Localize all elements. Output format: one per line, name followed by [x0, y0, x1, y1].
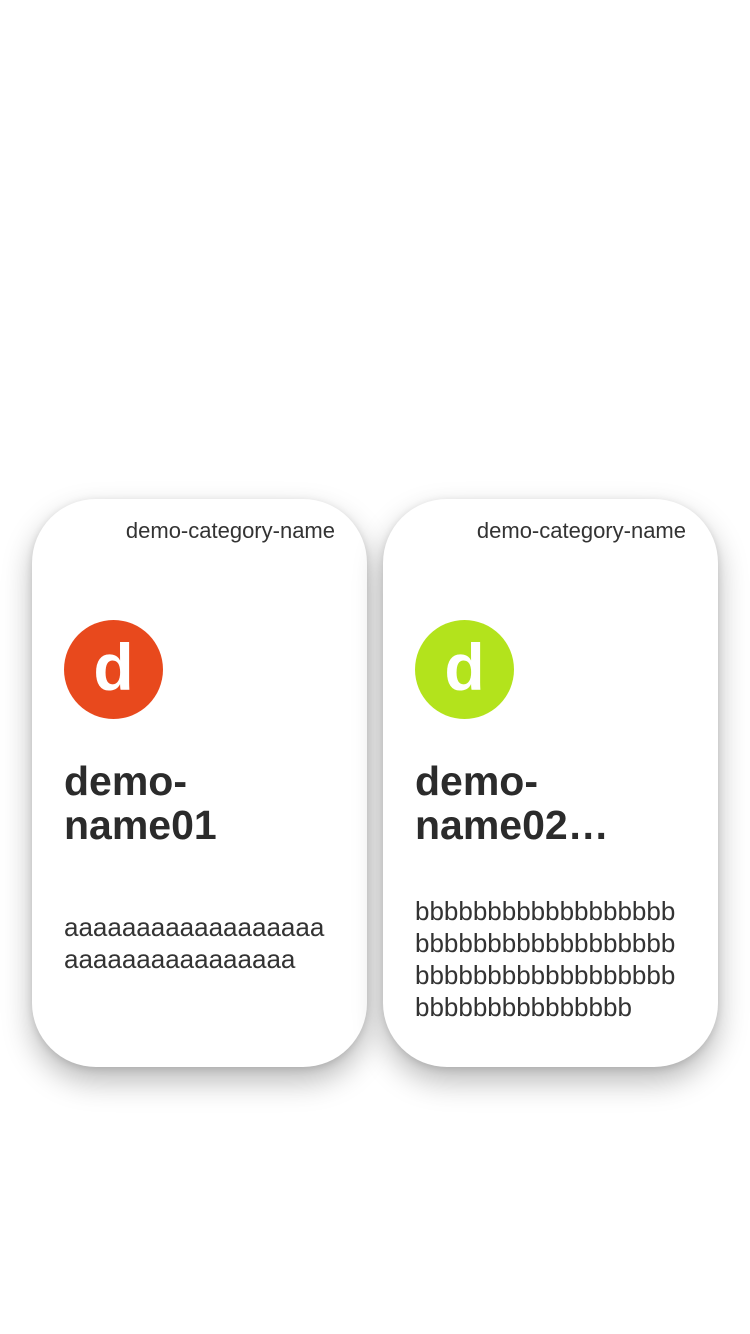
- card-category: demo-category-name: [125, 518, 335, 543]
- item-card[interactable]: demo-category-name d demo-name02 demo-na…: [383, 499, 718, 1067]
- card-title: demo-name02 demo-name02: [415, 759, 568, 847]
- card-title: demo-name01: [64, 759, 217, 847]
- avatar-letter: d: [444, 629, 485, 704]
- card-description: aaaaaaaaaaaaaaaaaaaaaaaaaaaaaaaaaa: [64, 912, 325, 974]
- avatar-letter: d: [93, 629, 134, 704]
- card-category: demo-category-name: [476, 518, 686, 543]
- avatar: d: [64, 620, 163, 719]
- item-card[interactable]: demo-category-name d demo-name01 aaaaaaa…: [32, 499, 367, 1067]
- card-description: bbbbbbbbbbbbbbbbbbbbbbbbbbbbbbbbbbbbbbbb…: [415, 896, 676, 1022]
- avatar: d: [415, 620, 514, 719]
